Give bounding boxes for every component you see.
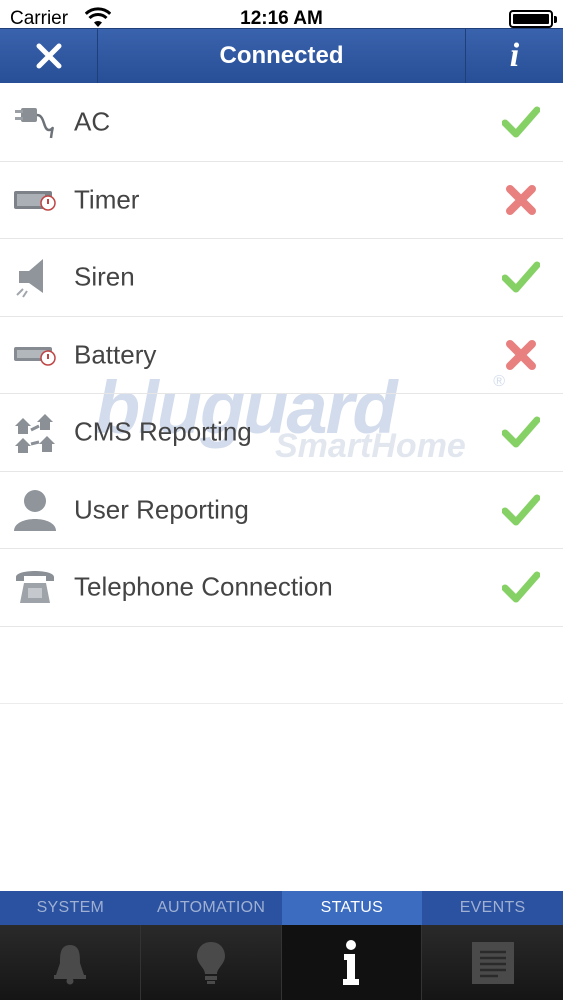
empty-row [0,627,563,704]
tab-system-button[interactable] [0,925,141,1000]
lightbulb-icon [196,941,225,984]
check-icon [501,412,541,452]
tab-bar [0,925,563,1000]
plug-icon [12,99,58,145]
item-label: AC [74,106,111,137]
tab-events-button[interactable] [422,925,563,1000]
page-title: Connected [219,42,344,69]
siren-icon [12,254,58,300]
info-icon [343,939,360,985]
tab-events[interactable]: EVENTS [422,891,563,925]
user-icon [12,487,58,533]
check-icon [501,490,541,530]
item-label: CMS Reporting [74,416,252,447]
nav-bar: Connected i [0,28,563,83]
list-icon [471,941,514,984]
status-list: AC Timer Siren Battery CMS Reporting Use… [0,84,563,704]
close-icon [36,43,61,69]
list-item[interactable]: Battery [0,317,563,394]
list-item[interactable]: User Reporting [0,472,563,549]
tab-automation-button[interactable] [141,925,282,1000]
info-icon: i [509,37,520,74]
cross-icon [501,180,541,220]
check-icon [501,102,541,142]
item-label: Siren [74,261,135,292]
item-label: Telephone Connection [74,571,333,602]
tab-status[interactable]: STATUS [281,891,423,925]
item-label: User Reporting [74,494,249,525]
item-label: Battery [74,339,157,370]
close-button[interactable] [0,29,98,83]
list-item[interactable]: Siren [0,239,563,317]
timer-icon [12,177,58,223]
cms-reporting-icon [12,409,58,455]
tab-labels: SYSTEM AUTOMATION STATUS EVENTS [0,891,563,925]
tab-automation[interactable]: AUTOMATION [141,891,282,925]
battery-icon [12,332,58,378]
list-item[interactable]: Timer [0,162,563,239]
list-item[interactable]: AC [0,84,563,162]
device-battery-icon [509,10,557,28]
bell-icon [53,944,86,984]
info-button[interactable]: i [465,29,563,83]
check-icon [501,567,541,607]
tab-system[interactable]: SYSTEM [0,891,141,925]
check-icon [501,257,541,297]
telephone-icon [12,564,58,610]
item-label: Timer [74,184,140,215]
list-item[interactable]: Telephone Connection [0,549,563,627]
cross-icon [501,335,541,375]
list-item[interactable]: CMS Reporting [0,394,563,472]
clock: 12:16 AM [240,8,323,29]
tab-status-button[interactable] [281,925,423,1000]
